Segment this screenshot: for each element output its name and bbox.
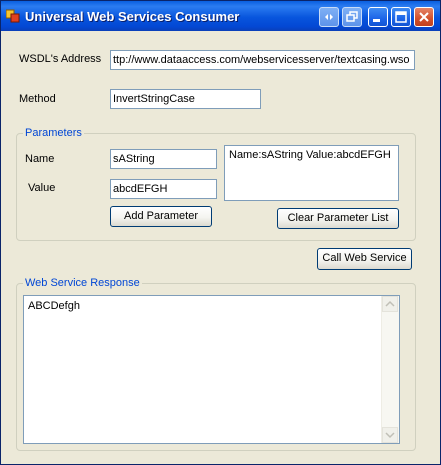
call-web-service-button[interactable]: Call Web Service bbox=[317, 248, 412, 270]
parameter-list-item[interactable]: Name:sAString Value:abcdEFGH bbox=[229, 149, 394, 161]
maximize-icon bbox=[395, 11, 407, 23]
parameter-list[interactable]: Name:sAString Value:abcdEFGH bbox=[224, 145, 399, 201]
app-icon bbox=[6, 9, 20, 23]
app-window: Universal Web Services Consumer WSDL's A… bbox=[0, 0, 441, 465]
scroll-up-button[interactable] bbox=[382, 296, 398, 312]
parameters-group-title: Parameters bbox=[23, 127, 84, 139]
restore-icon bbox=[346, 11, 358, 22]
param-name-input[interactable]: sAString bbox=[110, 149, 217, 169]
window-title: Universal Web Services Consumer bbox=[25, 9, 240, 24]
wsdl-address-input[interactable]: ttp://www.dataaccess.com/webservicesserv… bbox=[110, 50, 415, 70]
title-bar[interactable]: Universal Web Services Consumer bbox=[1, 1, 440, 31]
param-value-label: Value bbox=[28, 182, 56, 194]
scroll-down-button[interactable] bbox=[382, 427, 398, 443]
method-label: Method bbox=[19, 93, 56, 105]
minimize-button[interactable] bbox=[368, 7, 388, 27]
response-group-title: Web Service Response bbox=[23, 277, 142, 289]
minimize-icon bbox=[373, 19, 380, 22]
close-button[interactable] bbox=[414, 7, 434, 27]
form-client-area: WSDL's Address ttp://www.dataaccess.com/… bbox=[4, 31, 437, 461]
wsdl-address-label: WSDL's Address bbox=[19, 53, 102, 65]
add-parameter-button[interactable]: Add Parameter bbox=[110, 206, 212, 227]
param-value-input[interactable]: abcdEFGH bbox=[110, 179, 217, 199]
maximize-button[interactable] bbox=[391, 7, 411, 27]
help-button[interactable] bbox=[319, 7, 339, 27]
param-name-label: Name bbox=[25, 153, 55, 165]
clear-parameter-list-button[interactable]: Clear Parameter List bbox=[277, 208, 399, 229]
method-input[interactable]: InvertStringCase bbox=[110, 89, 261, 109]
close-icon bbox=[419, 12, 429, 22]
chevron-down-icon bbox=[385, 432, 395, 439]
response-text: ABCDefgh bbox=[28, 300, 80, 312]
help-icon bbox=[325, 14, 333, 20]
response-scrollbar[interactable] bbox=[381, 296, 399, 443]
response-textarea[interactable]: ABCDefgh bbox=[23, 295, 400, 444]
restore-button[interactable] bbox=[342, 7, 362, 27]
chevron-up-icon bbox=[385, 300, 395, 307]
